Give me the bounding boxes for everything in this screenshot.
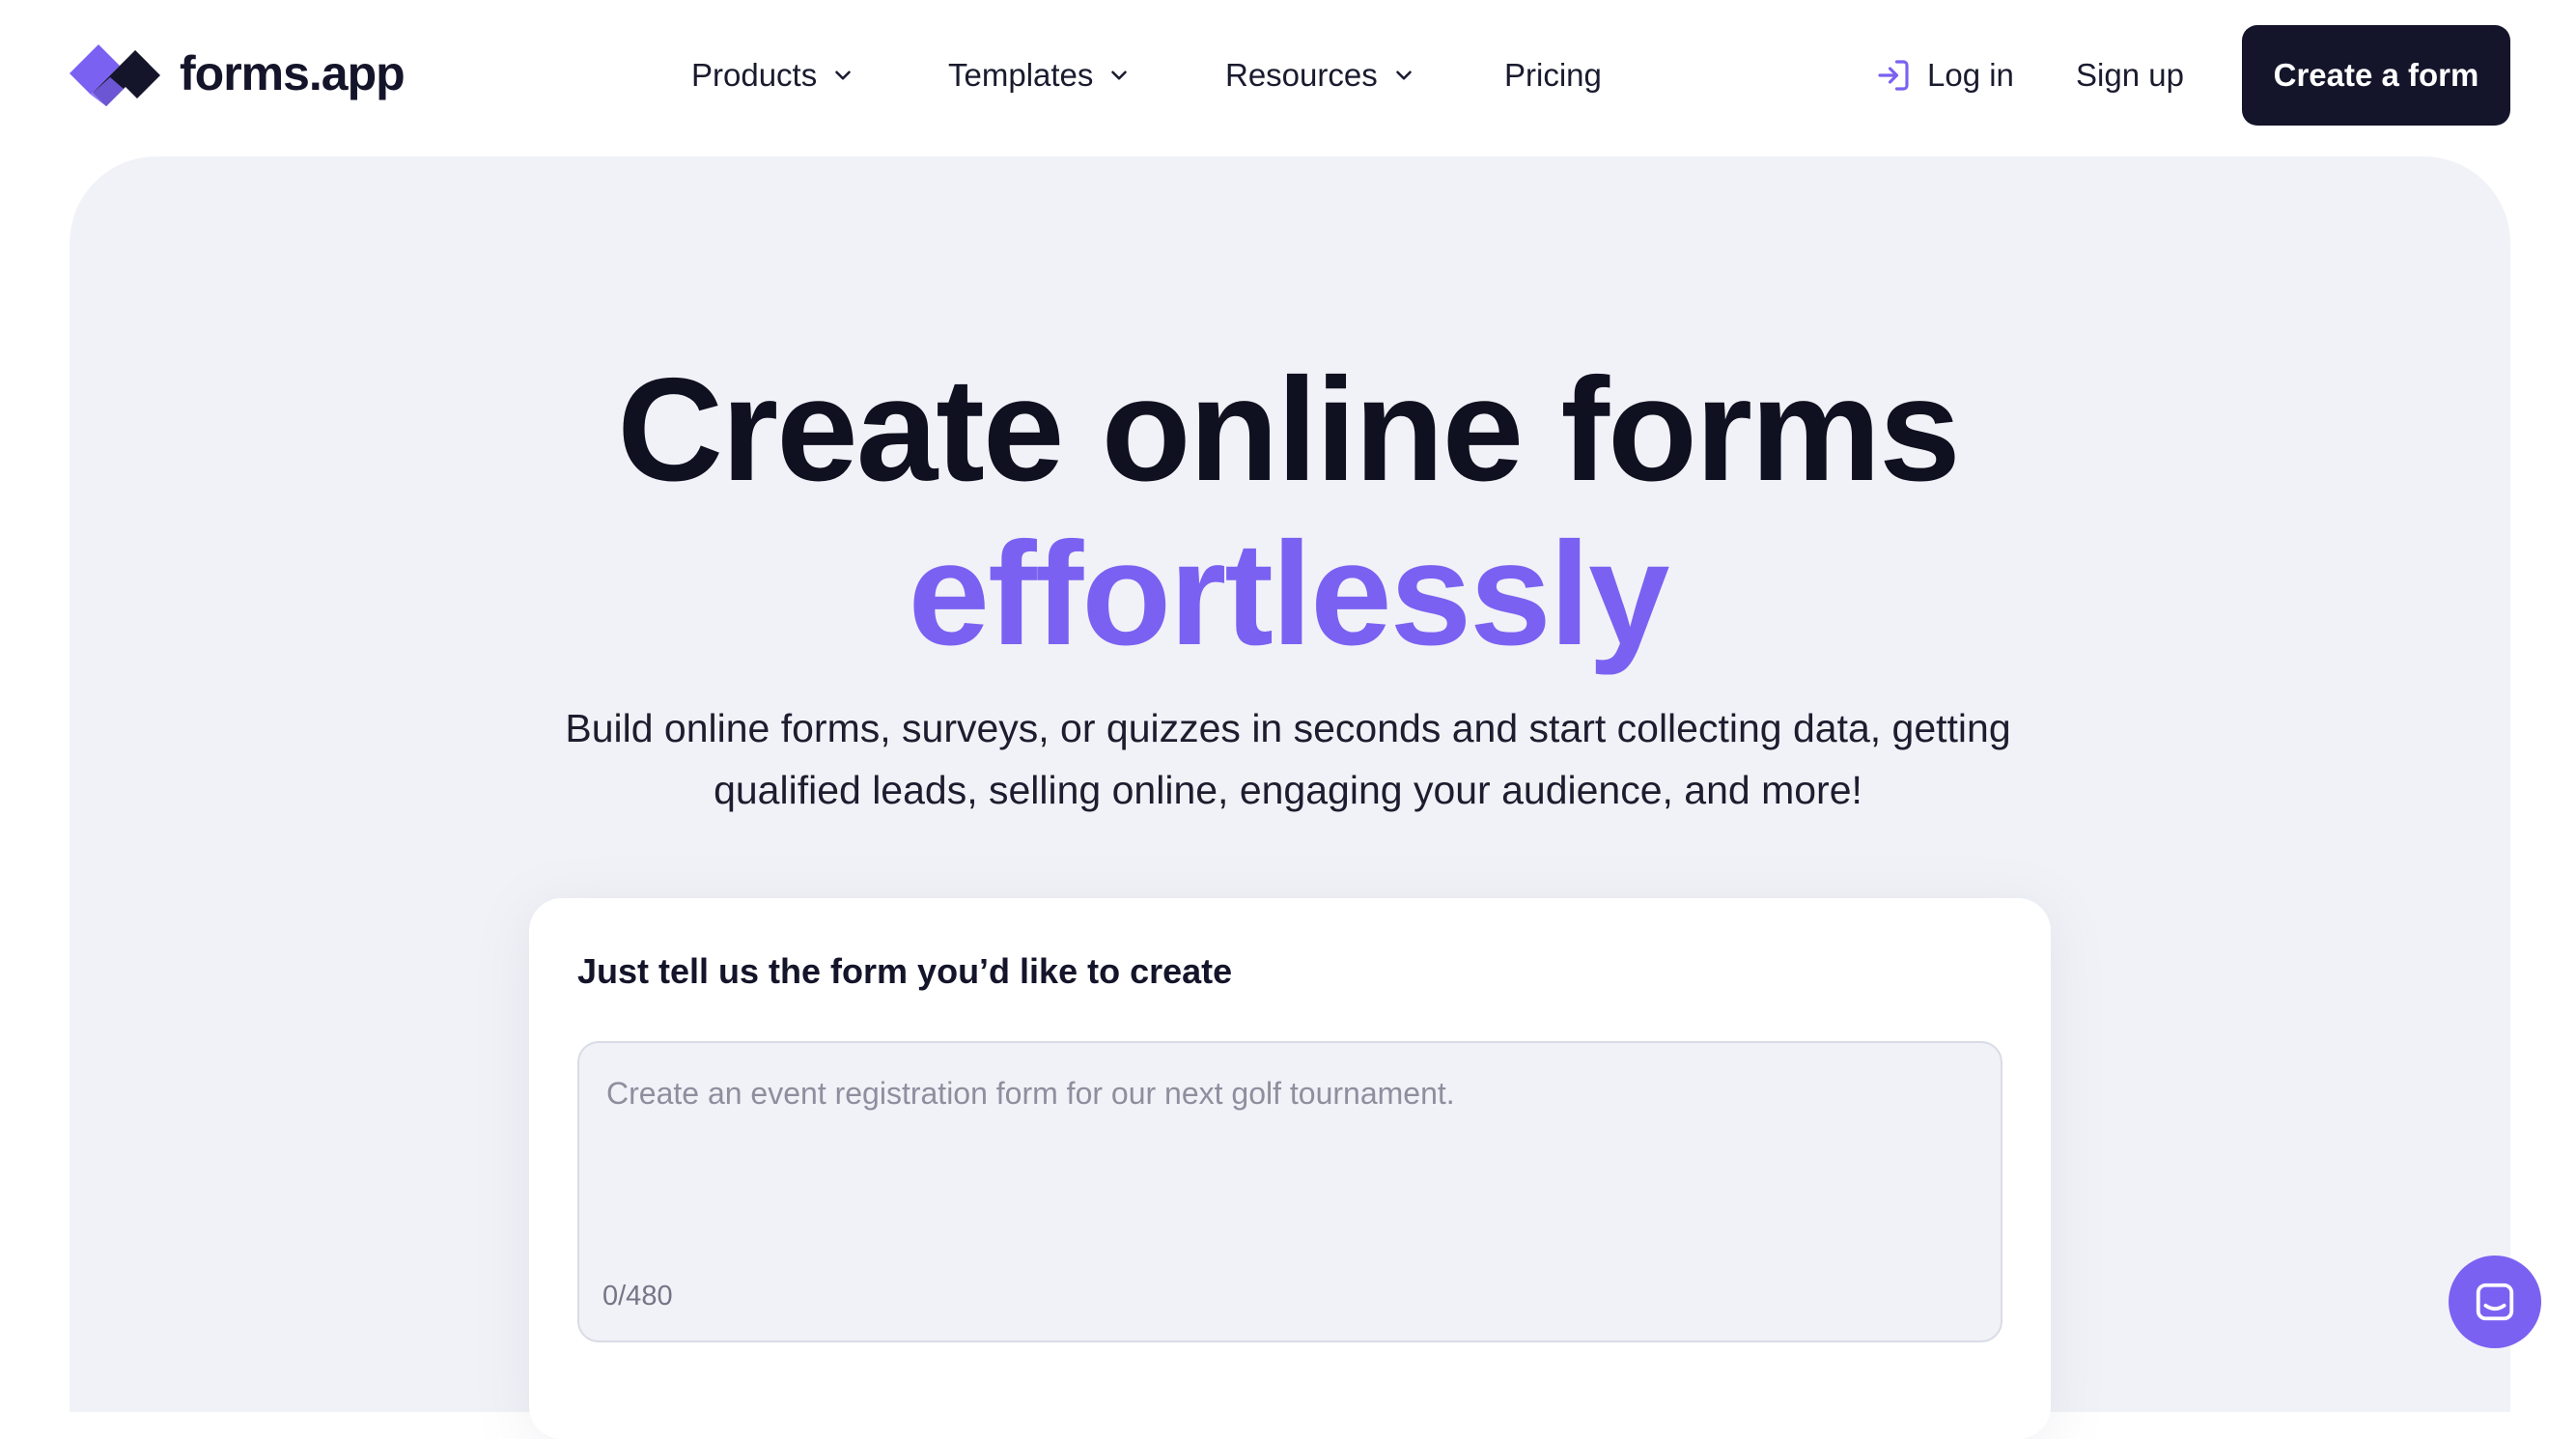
nav-resources[interactable]: Resources	[1225, 46, 1416, 104]
nav-resources-label: Resources	[1225, 57, 1378, 93]
nav-pricing-label: Pricing	[1504, 57, 1602, 93]
logo-wordmark: forms.app	[180, 46, 406, 100]
chevron-down-icon	[1106, 63, 1132, 88]
chevron-down-icon	[1391, 63, 1416, 88]
login-icon	[1873, 55, 1914, 96]
hero-subtitle: Build online forms, surveys, or quizzes …	[0, 697, 2576, 821]
logo-icon	[68, 35, 162, 112]
nav-templates[interactable]: Templates	[948, 46, 1132, 104]
signup-link[interactable]: Sign up	[2076, 46, 2184, 104]
form-prompt-card: Just tell us the form you’d like to crea…	[529, 898, 2051, 1439]
signup-label: Sign up	[2076, 57, 2184, 93]
prompt-placeholder: Create an event registration form for ou…	[606, 1076, 1455, 1111]
nav-products[interactable]: Products	[691, 46, 855, 104]
logo[interactable]: forms.app	[68, 35, 406, 112]
hero-subtitle-line-1: Build online forms, surveys, or quizzes …	[565, 706, 2011, 750]
create-form-button[interactable]: Create a form	[2242, 25, 2510, 126]
nav-templates-label: Templates	[948, 57, 1094, 93]
form-description-input[interactable]: Create an event registration form for ou…	[577, 1041, 2002, 1342]
chat-widget-button[interactable]	[2449, 1256, 2541, 1348]
login-label: Log in	[1927, 57, 2014, 93]
login-link[interactable]: Log in	[1873, 46, 2014, 104]
hero-title: Create online forms	[617, 348, 1960, 512]
site-header: forms.app Products Templates Resources P…	[0, 0, 2576, 155]
character-counter: 0/480	[602, 1281, 673, 1312]
chevron-down-icon	[830, 63, 855, 88]
prompt-label: Just tell us the form you’d like to crea…	[577, 951, 1233, 991]
chat-icon	[2473, 1280, 2517, 1324]
nav-pricing[interactable]: Pricing	[1504, 46, 1602, 104]
nav-products-label: Products	[691, 57, 818, 93]
hero-title-highlight: effortlessly	[908, 512, 1670, 676]
hero-subtitle-line-2: qualified leads, selling online, engagin…	[714, 768, 1862, 812]
